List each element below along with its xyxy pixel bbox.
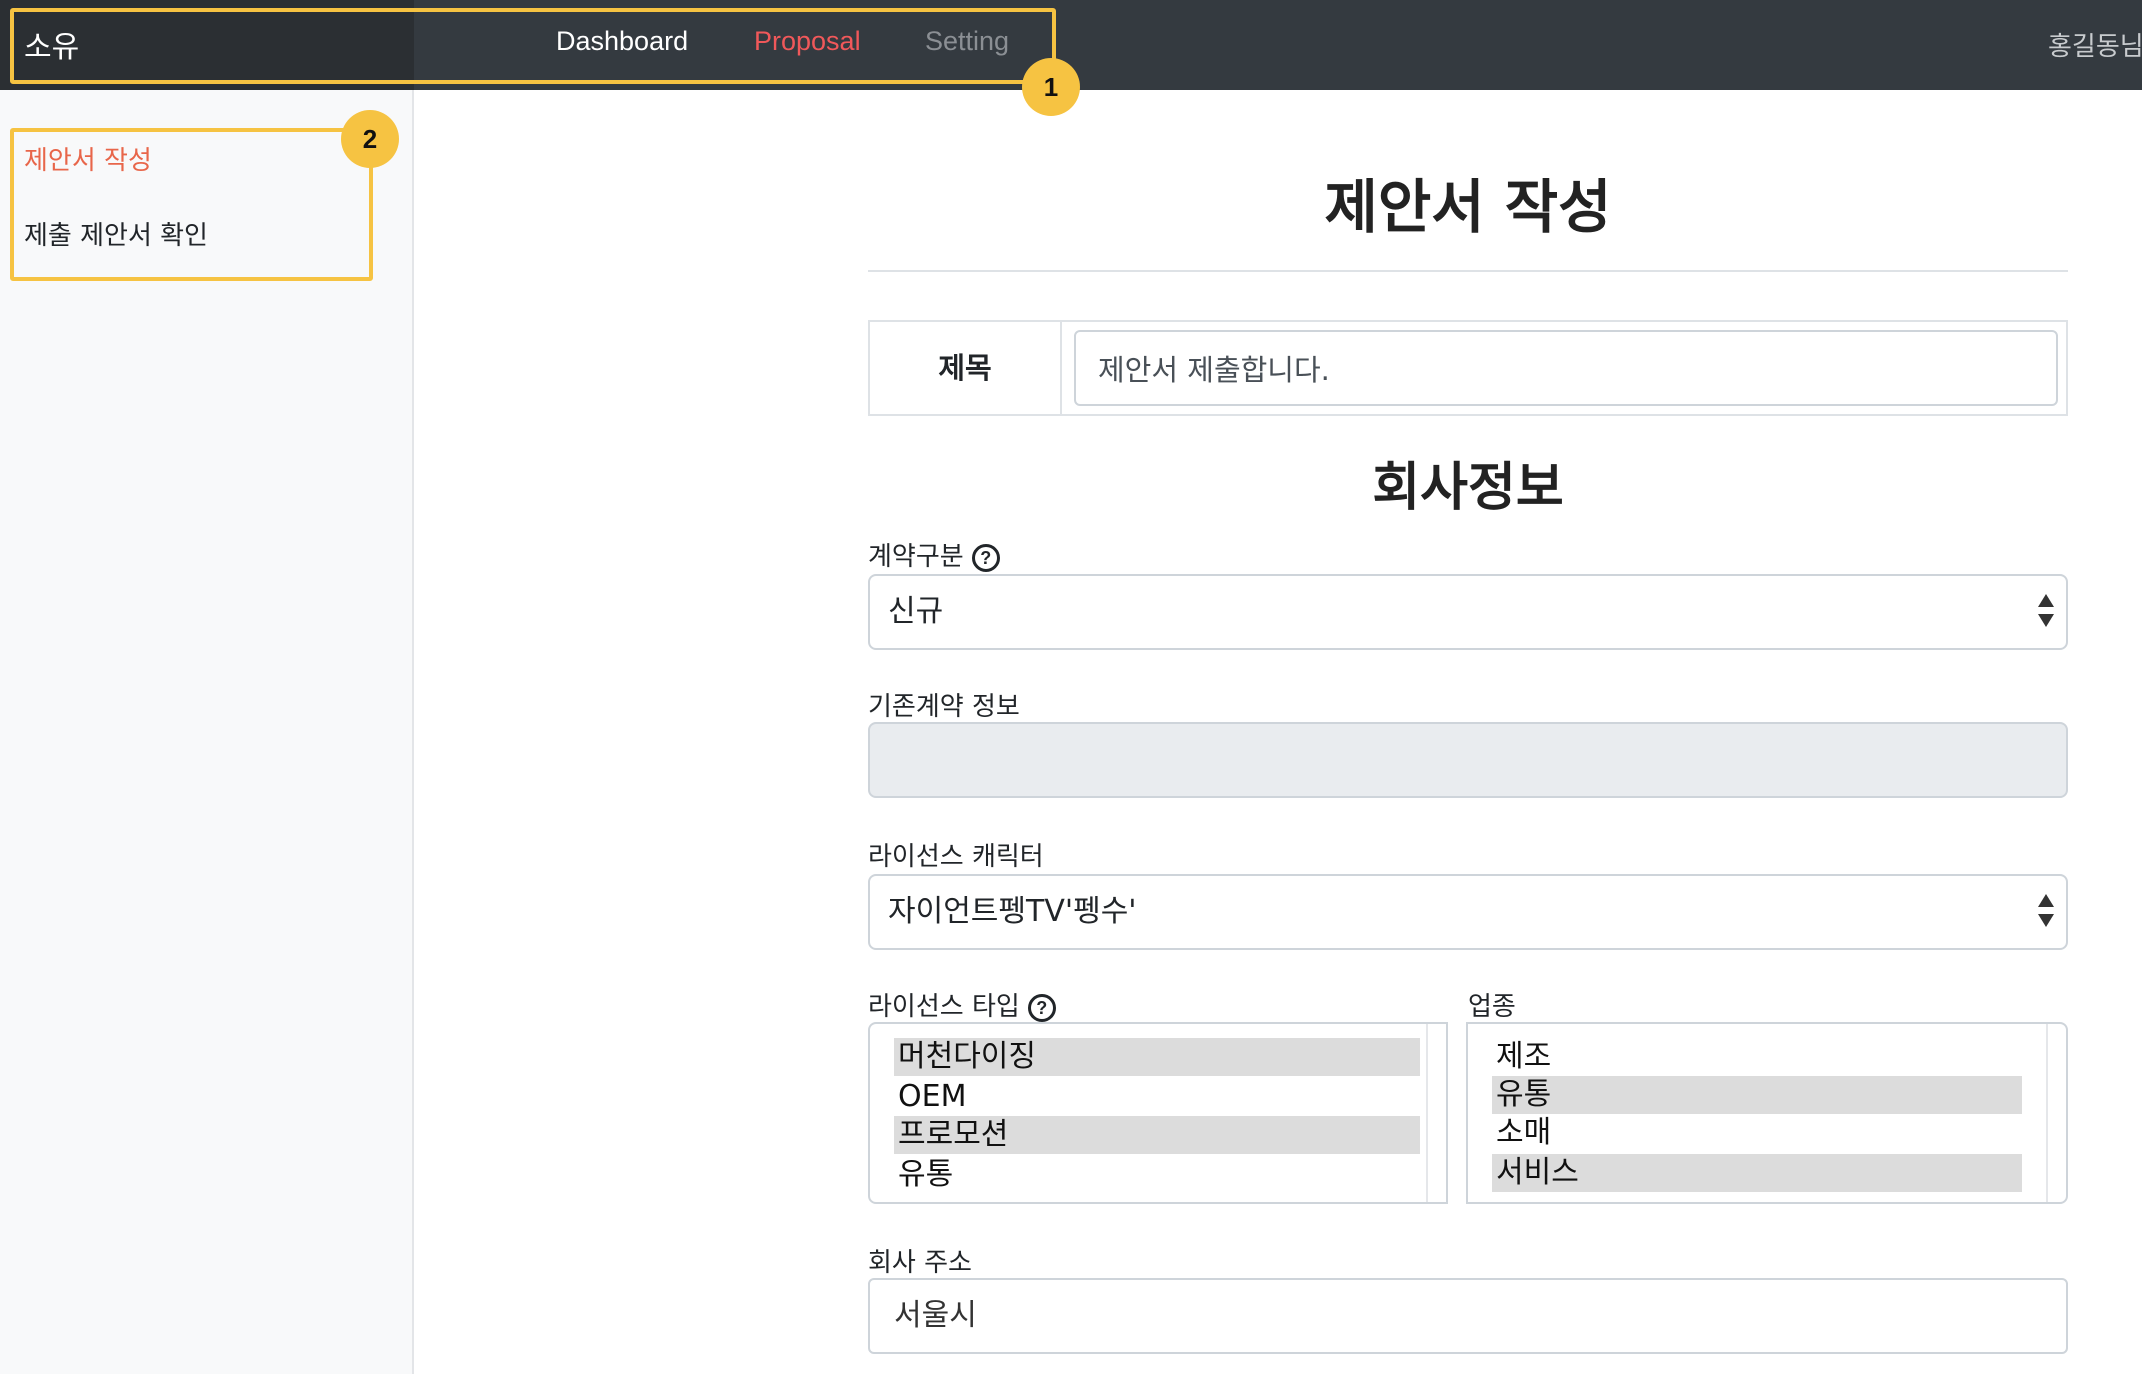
contract-type-label-text: 계약구분 — [868, 542, 964, 572]
industry-multiselect[interactable]: 제조 유통 소매 서비스 — [1466, 1022, 2068, 1204]
company-address-label: 회사 주소 — [868, 1248, 972, 1278]
contract-type-label: 계약구분? — [868, 536, 1000, 573]
select-arrows-icon — [2038, 594, 2054, 630]
highlight-box-sidebar — [10, 128, 373, 281]
sidebar — [0, 90, 414, 1374]
user-name[interactable]: 홍길동님 — [2048, 26, 2142, 63]
company-address-input[interactable]: 서울시 — [868, 1278, 2068, 1354]
license-character-select[interactable]: 자이언트펭TV'펭수' — [868, 874, 2068, 950]
help-icon[interactable]: ? — [971, 543, 1000, 572]
contract-type-select[interactable]: 신규 — [868, 574, 2068, 650]
annotation-badge-1: 1 — [1022, 58, 1080, 116]
title-divider — [868, 270, 2068, 272]
highlight-box-navbar — [10, 8, 1056, 84]
license-type-multiselect[interactable]: 머천다이징 OEM 프로모션 유통 — [868, 1022, 1448, 1204]
industry-option[interactable]: 제조 — [1492, 1038, 2022, 1076]
industry-option[interactable]: 유통 — [1492, 1076, 2022, 1114]
license-type-label-text: 라이선스 타입 — [868, 992, 1020, 1022]
industry-option[interactable]: 소매 — [1492, 1114, 2022, 1152]
existing-contract-field — [868, 722, 2068, 798]
title-input[interactable] — [1074, 330, 2058, 406]
list-scrollbar[interactable] — [2046, 1024, 2066, 1202]
industry-option[interactable]: 서비스 — [1492, 1154, 2022, 1192]
license-type-option[interactable]: 유통 — [894, 1156, 1420, 1194]
license-type-option[interactable]: 머천다이징 — [894, 1038, 1420, 1076]
industry-label: 업종 — [1468, 992, 1516, 1022]
license-type-option[interactable]: OEM — [894, 1078, 1420, 1116]
license-character-label: 라이선스 캐릭터 — [868, 842, 1044, 872]
section-title-company-info: 회사정보 — [1372, 458, 1564, 518]
list-scrollbar[interactable] — [1426, 1024, 1446, 1202]
help-icon[interactable]: ? — [1027, 993, 1056, 1022]
contract-type-value: 신규 — [888, 594, 944, 629]
license-character-value: 자이언트펭TV'펭수' — [888, 894, 1137, 929]
title-row: 제목 — [868, 320, 2068, 416]
license-type-option[interactable]: 프로모션 — [894, 1116, 1420, 1154]
annotation-badge-2: 2 — [341, 110, 399, 168]
page-title: 제안서 작성 — [1324, 173, 1612, 241]
license-type-label: 라이선스 타입? — [868, 986, 1056, 1023]
select-arrows-icon — [2038, 894, 2054, 930]
title-label: 제목 — [870, 322, 1062, 414]
existing-contract-label: 기존계약 정보 — [868, 692, 1020, 722]
